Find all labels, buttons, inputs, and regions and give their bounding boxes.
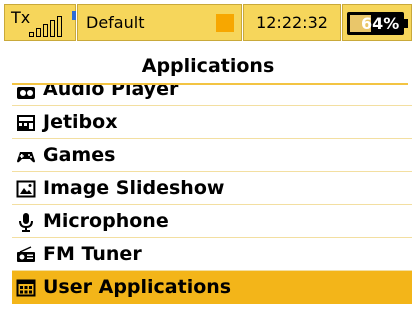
- tx-signal-indicator: Tx: [4, 4, 76, 41]
- menu-item-user-applications[interactable]: User Applications: [12, 271, 412, 304]
- battery-tip: [404, 19, 408, 28]
- menu-item-audio-player[interactable]: Audio Player: [12, 85, 412, 106]
- image-icon: [16, 179, 36, 199]
- menu-item-label: Image Slideshow: [43, 177, 225, 199]
- status-bar: Tx Default 12:22:32 64%: [0, 0, 416, 45]
- radio-icon: [16, 245, 36, 265]
- menu-item-microphone[interactable]: Microphone: [12, 205, 412, 238]
- menu-item-jetibox[interactable]: Jetibox: [12, 106, 412, 139]
- page-title: Applications: [141, 55, 275, 77]
- model-color-indicator: [216, 14, 234, 32]
- audio-player-icon: [16, 85, 36, 103]
- menu-item-label: User Applications: [43, 276, 232, 298]
- battery-percent: 64%: [361, 14, 400, 33]
- menu-item-label: Audio Player: [43, 85, 179, 100]
- clock-time: 12:22:32: [256, 13, 328, 32]
- model-name: Default: [86, 13, 145, 32]
- applications-menu: Audio Player Jetibox Games Image Slidesh…: [12, 85, 412, 311]
- clock: 12:22:32: [243, 4, 341, 41]
- signal-bars-icon: [29, 15, 69, 37]
- menu-item-label: Games: [43, 144, 116, 166]
- tx-status-dot: [72, 11, 76, 20]
- gamepad-icon: [16, 146, 36, 166]
- page-header: Applications: [0, 45, 416, 85]
- jetibox-icon: [16, 113, 36, 133]
- menu-item-label: FM Tuner: [43, 243, 142, 265]
- menu-item-label: Microphone: [43, 210, 169, 232]
- microphone-icon: [16, 212, 36, 232]
- menu-item-image-slideshow[interactable]: Image Slideshow: [12, 172, 412, 205]
- battery-indicator: 64%: [342, 4, 412, 41]
- apps-icon: [16, 278, 36, 298]
- menu-item-fm-tuner[interactable]: FM Tuner: [12, 238, 412, 271]
- menu-item-games[interactable]: Games: [12, 139, 412, 172]
- tx-label: Tx: [11, 8, 31, 27]
- menu-item-label: Jetibox: [43, 111, 118, 133]
- model-selector[interactable]: Default: [77, 4, 242, 41]
